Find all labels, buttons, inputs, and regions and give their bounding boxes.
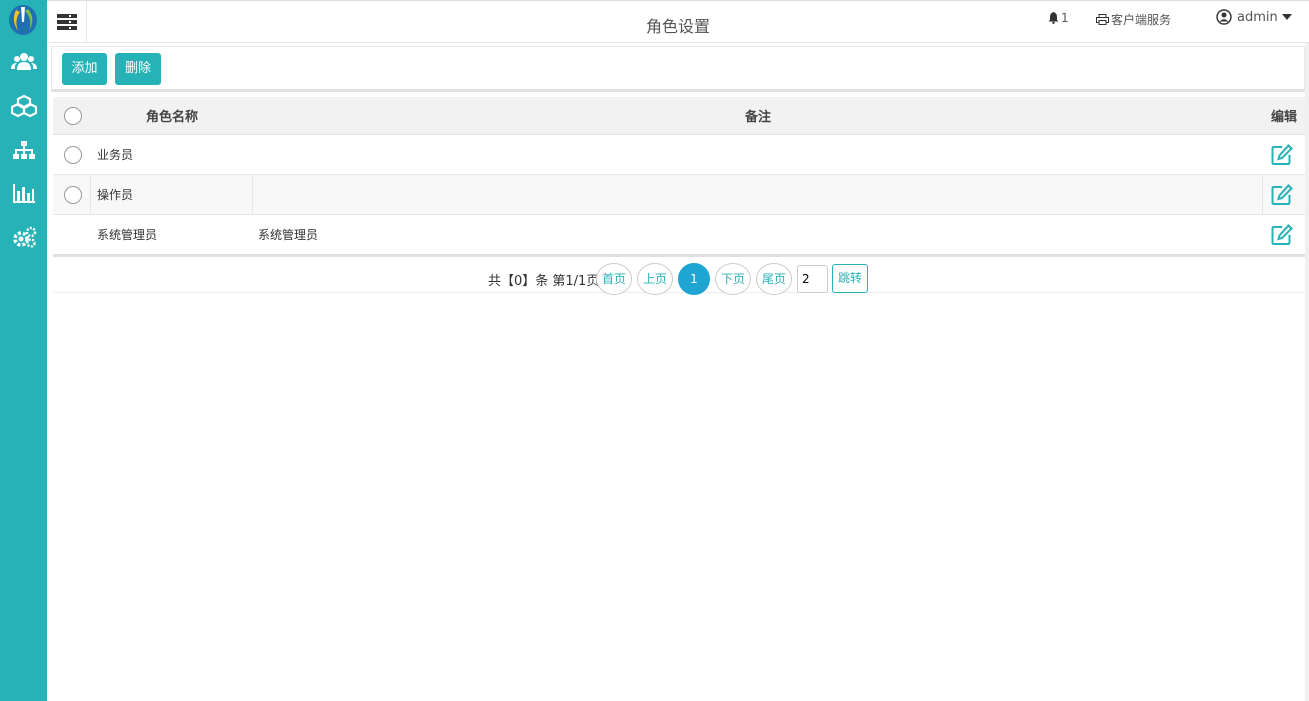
bell-icon: [1048, 12, 1059, 24]
jump-button[interactable]: 跳转: [832, 264, 868, 293]
top-bar: 角色设置 1 客户端服务 admin: [47, 0, 1309, 43]
cogs-icon[interactable]: [11, 225, 37, 249]
last-page-button[interactable]: 尾页: [756, 263, 792, 295]
pagination: 共【0】条 第1/1页 首页 上页 1 下页 尾页 跳转: [53, 254, 1305, 295]
roles-table: 角色名称 备注 编辑 业务员 操作员 系统管理员 系统管理员: [53, 97, 1305, 254]
role-name-cell: 系统管理员: [97, 228, 158, 242]
printer-icon: [1096, 14, 1109, 25]
column-divider: [252, 175, 253, 214]
column-divider: [90, 175, 91, 214]
role-note-cell: 系统管理员: [258, 228, 319, 242]
user-menu[interactable]: admin: [1216, 9, 1294, 25]
client-service-label: 客户端服务: [1111, 13, 1172, 27]
next-page-button[interactable]: 下页: [715, 263, 751, 295]
row-select-radio[interactable]: [64, 185, 82, 204]
prev-page-button[interactable]: 上页: [637, 263, 673, 295]
notifications-count: 1: [1061, 11, 1069, 25]
row-select-radio[interactable]: [64, 145, 82, 164]
column-header-note: 备注: [745, 110, 772, 125]
column-header-edit: 编辑: [1271, 110, 1298, 125]
users-icon[interactable]: [11, 50, 37, 74]
column-header-role-name: 角色名称: [146, 110, 199, 125]
notifications-button[interactable]: 1: [1048, 11, 1069, 25]
bar-chart-icon[interactable]: [11, 181, 37, 205]
select-all-radio[interactable]: [64, 106, 82, 125]
table-row: 业务员: [53, 134, 1305, 174]
current-page-button[interactable]: 1: [678, 263, 710, 295]
edit-icon: [1271, 223, 1293, 245]
table-row: 系统管理员 系统管理员: [53, 214, 1305, 254]
column-divider: [1262, 175, 1263, 214]
edit-button[interactable]: [1271, 175, 1293, 214]
client-service-link[interactable]: 客户端服务: [1096, 11, 1171, 28]
table-row: 操作员: [53, 174, 1305, 214]
edit-icon: [1271, 183, 1293, 205]
main-content: 添加 删除 角色名称 备注 编辑 业务员 操作员 系统管理员 系统管理员 共【0…: [51, 43, 1309, 701]
role-name-cell: 业务员: [97, 148, 134, 162]
pagination-summary: 共【0】条 第1/1页: [488, 274, 600, 289]
jump-page-input[interactable]: [797, 265, 828, 293]
scroll-gutter: [1305, 43, 1309, 701]
menu-toggle-button[interactable]: [47, 1, 87, 43]
user-circle-icon: [1216, 9, 1232, 25]
toolbar: 添加 删除: [51, 46, 1305, 92]
edit-icon: [1271, 143, 1293, 165]
delete-button[interactable]: 删除: [115, 53, 161, 85]
sitemap-icon[interactable]: [11, 138, 37, 162]
table-header: 角色名称 备注 编辑: [53, 97, 1305, 134]
caret-down-icon: [1281, 14, 1292, 20]
sidebar: [0, 0, 47, 701]
menu-icon: [57, 14, 77, 30]
first-page-button[interactable]: 首页: [596, 263, 632, 295]
edit-button[interactable]: [1271, 215, 1293, 254]
cubes-icon[interactable]: [11, 94, 37, 118]
edit-button[interactable]: [1271, 135, 1293, 174]
role-name-cell: 操作员: [97, 188, 134, 202]
user-name: admin: [1237, 9, 1278, 25]
add-button[interactable]: 添加: [62, 53, 107, 85]
app-logo: [9, 5, 37, 35]
